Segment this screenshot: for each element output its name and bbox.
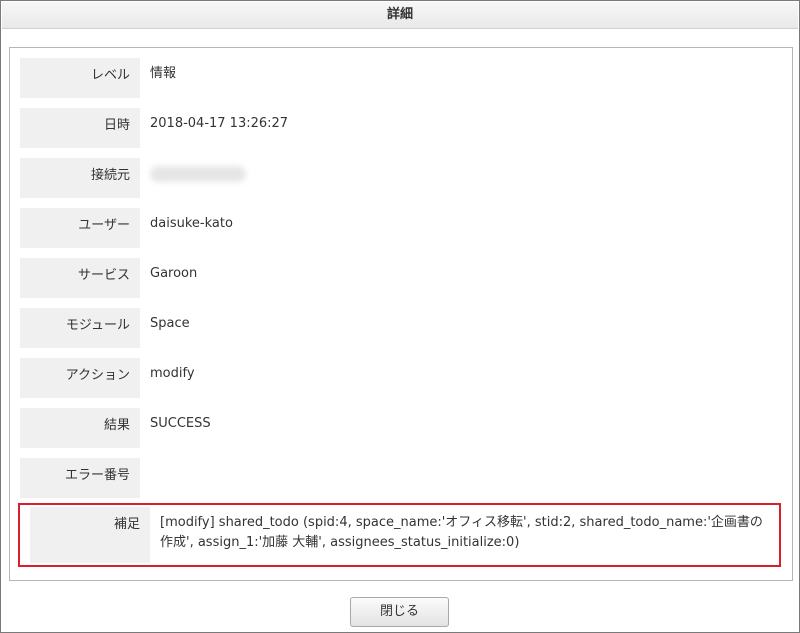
label-result: 結果 xyxy=(20,408,140,448)
label-service: サービス xyxy=(20,258,140,298)
value-module: Space xyxy=(150,316,190,331)
detail-dialog: 詳細 レベル 情報 日時 2018-04-17 13:26:27 接続元 ユーザ… xyxy=(0,0,800,633)
value-result: SUCCESS xyxy=(150,416,211,431)
value-source xyxy=(150,164,780,189)
row-error-number: エラー番号 xyxy=(20,458,780,498)
value-service: Garoon xyxy=(150,266,198,281)
close-button[interactable]: 閉じる xyxy=(350,597,449,627)
label-note: 補足 xyxy=(30,507,150,563)
row-datetime: 日時 2018-04-17 13:26:27 xyxy=(20,108,780,148)
label-level: レベル xyxy=(20,58,140,98)
label-datetime: 日時 xyxy=(20,108,140,148)
value-action: modify xyxy=(150,366,195,381)
redacted-source-value xyxy=(150,166,246,182)
row-user: ユーザー daisuke-kato xyxy=(20,208,780,248)
value-note: [modify] shared_todo (spid:4, space_name… xyxy=(160,515,763,550)
row-source: 接続元 xyxy=(20,158,780,198)
label-action: アクション xyxy=(20,358,140,398)
highlight-box: 補足 [modify] shared_todo (spid:4, space_n… xyxy=(18,503,781,567)
dialog-title: 詳細 xyxy=(2,2,798,29)
value-datetime: 2018-04-17 13:26:27 xyxy=(150,116,289,131)
label-error-number: エラー番号 xyxy=(20,458,140,498)
value-user: daisuke-kato xyxy=(150,216,233,231)
row-service: サービス Garoon xyxy=(20,258,780,298)
row-result: 結果 SUCCESS xyxy=(20,408,780,448)
label-source: 接続元 xyxy=(20,158,140,198)
row-module: モジュール Space xyxy=(20,308,780,348)
label-user: ユーザー xyxy=(20,208,140,248)
label-module: モジュール xyxy=(20,308,140,348)
row-level: レベル 情報 xyxy=(20,58,780,98)
detail-panel: レベル 情報 日時 2018-04-17 13:26:27 接続元 ユーザー d… xyxy=(9,47,793,581)
value-level: 情報 xyxy=(150,66,177,81)
row-note: 補足 [modify] shared_todo (spid:4, space_n… xyxy=(22,507,777,563)
row-action: アクション modify xyxy=(20,358,780,398)
